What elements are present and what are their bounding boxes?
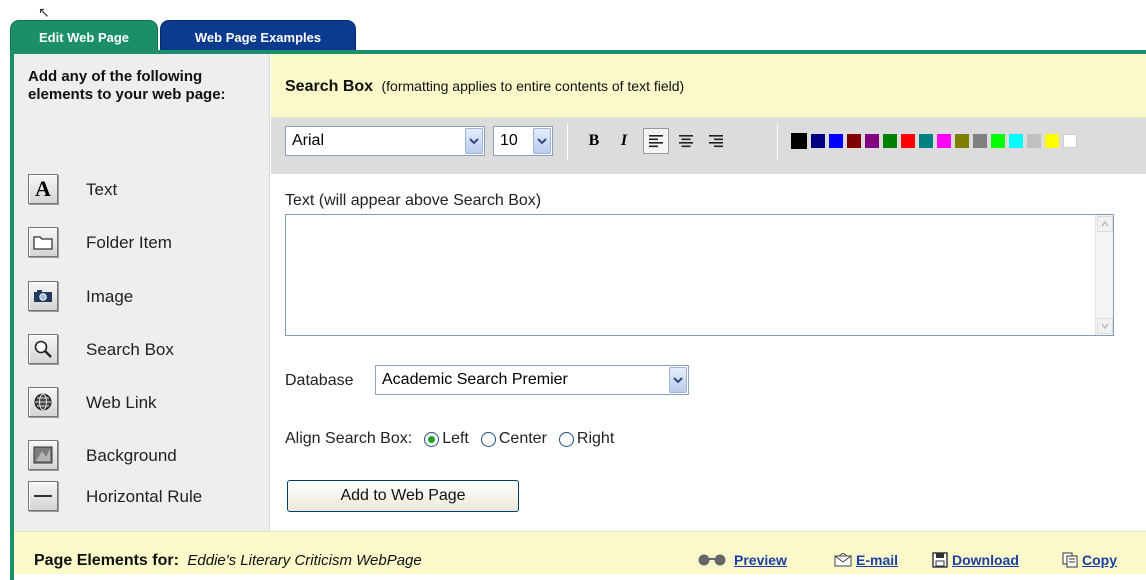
sidebar-item-label: Horizontal Rule [86,487,203,506]
preview-link[interactable]: Preview [696,552,787,568]
align-left-icon [649,135,663,148]
envelope-icon [834,553,852,567]
align-left-label[interactable]: Left [442,430,469,448]
chevron-down-icon[interactable] [465,128,483,154]
horizontal-rule-icon [28,481,58,511]
align-right-radio[interactable] [558,431,574,447]
download-link[interactable]: Download [932,552,1019,568]
color-swatch[interactable] [811,134,825,148]
sidebar-item-text[interactable]: A Text [28,174,258,206]
database-select-value: Academic Search Premier [382,371,568,388]
vertical-scrollbar[interactable] [1095,215,1113,335]
align-label: Align Search Box: [285,430,413,447]
email-label: E-mail [856,552,899,568]
sidebar-item-background[interactable]: Background [28,440,258,472]
formatting-toolbar: Arial 10 B I [271,118,1146,174]
bold-button[interactable]: B [581,128,607,154]
color-swatch[interactable] [973,134,987,148]
element-sidebar: Add any of the following elements to you… [14,54,270,531]
color-swatch[interactable] [901,134,915,148]
search-box-form: Text (will appear above Search Box) Data… [271,174,1146,531]
sidebar-item-horizontal-rule[interactable]: Horizontal Rule [28,481,258,513]
align-search-box-group: Align Search Box: Left Center Right [285,430,614,448]
text-field-label: Text (will appear above Search Box) [285,192,542,209]
copy-icon [1062,552,1078,568]
preview-label: Preview [734,552,787,568]
scroll-down-icon[interactable] [1097,318,1113,334]
color-swatch[interactable] [883,134,897,148]
email-link[interactable]: E-mail [834,552,898,568]
align-center-icon [679,135,693,148]
align-right-button[interactable] [703,128,729,154]
chevron-down-icon[interactable] [669,367,687,393]
copy-link[interactable]: Copy [1062,552,1117,568]
italic-button[interactable]: I [611,128,637,154]
editor-header: Search Box (formatting applies to entire… [271,54,1146,118]
align-right-icon [709,135,723,148]
page-name: Eddie's Literary Criticism WebPage [187,552,422,569]
page-elements-label: Page Elements for: [34,552,179,569]
bold-icon: B [588,132,600,149]
text-area[interactable] [285,214,1114,336]
color-swatch[interactable] [791,133,807,149]
font-size-value: 10 [500,132,518,149]
sidebar-item-folder[interactable]: Folder Item [28,227,258,259]
align-center-label[interactable]: Center [499,430,547,448]
color-swatch[interactable] [865,134,879,148]
color-palette [789,131,1079,151]
floppy-disk-icon [932,552,948,568]
sidebar-item-image[interactable]: Image [28,281,258,313]
color-swatch[interactable] [937,134,951,148]
sidebar-item-label: Text [86,180,118,199]
align-left-button[interactable] [643,128,669,154]
align-right-label[interactable]: Right [577,430,614,448]
toolbar-divider [777,124,778,160]
sidebar-item-label: Search Box [86,340,174,359]
folder-icon [28,227,58,257]
mouse-cursor-icon: ↖ [38,4,50,20]
tab-web-page-examples[interactable]: Web Page Examples [160,20,356,50]
font-select-value: Arial [292,132,325,149]
color-swatch[interactable] [919,134,933,148]
database-label: Database [285,372,354,389]
tab-edit-web-page[interactable]: Edit Web Page [10,20,158,50]
page-elements-bar: Page Elements for: Eddie's Literary Crit… [14,531,1146,574]
sidebar-item-label: Image [86,287,134,306]
color-swatch[interactable] [829,134,843,148]
align-center-radio[interactable] [480,431,496,447]
sidebar-item-label: Background [86,446,177,465]
color-swatch[interactable] [991,134,1005,148]
color-swatch[interactable] [955,134,969,148]
background-icon [28,440,58,470]
camera-icon [28,281,58,311]
color-swatch[interactable] [1045,134,1059,148]
download-label: Download [952,552,1019,568]
sidebar-item-web-link[interactable]: Web Link [28,387,258,419]
text-icon: A [28,174,58,204]
glasses-icon [698,554,726,566]
copy-label: Copy [1082,552,1117,568]
align-left-radio[interactable] [424,431,440,447]
globe-icon [28,387,58,417]
sidebar-item-label: Folder Item [86,233,172,252]
magnifier-icon [28,334,58,364]
font-select[interactable]: Arial [285,126,485,156]
sidebar-heading: Add any of the following elements to you… [28,68,226,103]
sidebar-item-search-box[interactable]: Search Box [28,334,258,366]
scroll-up-icon[interactable] [1097,216,1113,232]
editor-title-note: (formatting applies to entire contents o… [381,78,685,94]
color-swatch[interactable] [1063,134,1077,148]
add-to-web-page-button[interactable]: Add to Web Page [287,480,519,512]
chevron-down-icon[interactable] [533,128,551,154]
color-swatch[interactable] [1027,134,1041,148]
color-swatch[interactable] [847,134,861,148]
database-select[interactable]: Academic Search Premier [375,365,689,395]
align-center-button[interactable] [673,128,699,154]
color-swatch[interactable] [1009,134,1023,148]
toolbar-divider [567,124,568,160]
sidebar-item-label: Web Link [86,393,157,412]
font-size-select[interactable]: 10 [493,126,553,156]
italic-icon: I [620,132,628,149]
editor-title: Search Box [285,78,374,95]
